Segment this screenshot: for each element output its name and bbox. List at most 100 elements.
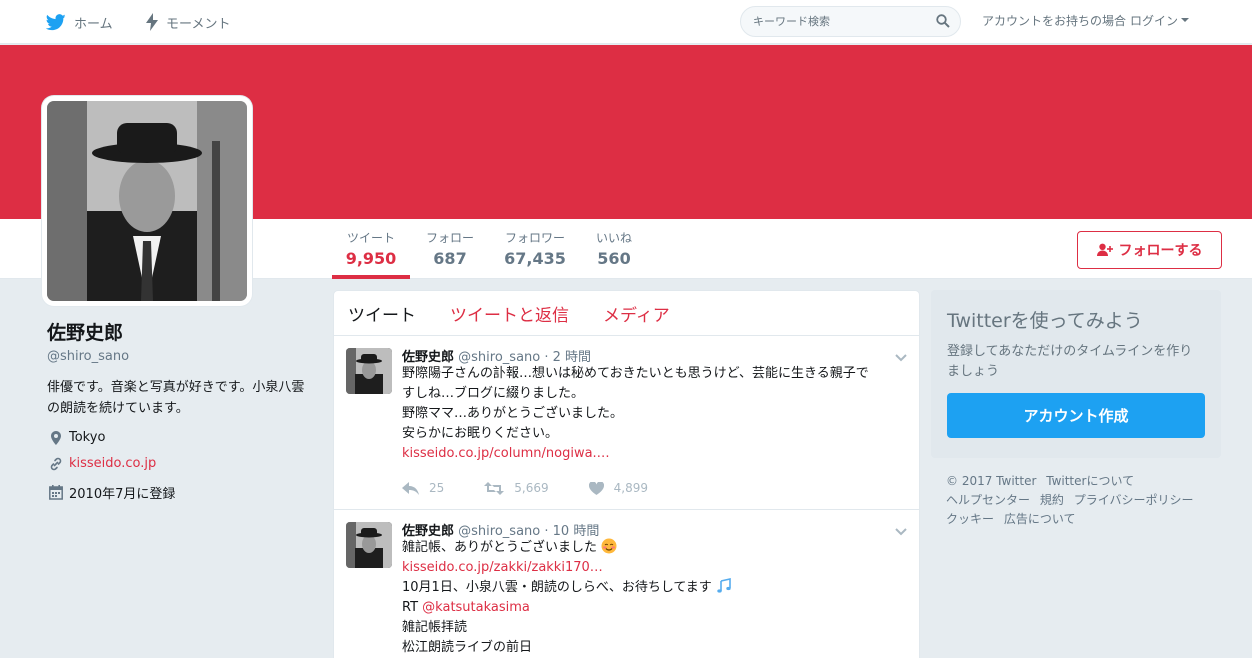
tweet-timestamp[interactable]: · 10 時間	[544, 524, 599, 539]
footer-link[interactable]: プライバシーポリシー	[1074, 493, 1194, 507]
stat-followers-label: フォロワー	[504, 231, 565, 245]
search-input[interactable]	[741, 7, 921, 36]
tweet-avatar[interactable]	[346, 522, 392, 568]
timeline-tabs: ツイート ツイートと返信 メディア	[334, 291, 919, 336]
profile-join-date: 2010年7月に登録	[47, 483, 175, 502]
nav-home[interactable]: ホーム	[46, 0, 113, 44]
tweet-text-line: 雑記帳、ありがとうございました	[402, 538, 907, 558]
tweet-header: 佐野史郎 @shiro_sano · 2 時間	[402, 346, 907, 365]
like-count: 4,899	[613, 481, 648, 495]
tweet-header: 佐野史郎 @shiro_sano · 10 時間	[402, 520, 907, 539]
nav-moments-label: モーメント	[166, 16, 231, 32]
retweet-icon	[484, 481, 505, 495]
create-account-button[interactable]: アカウント作成	[947, 393, 1205, 438]
tweet-text-line: 野際ママ…ありがとうございました。	[402, 406, 624, 421]
reply-count: 25	[429, 481, 445, 495]
tweet-author-name[interactable]: 佐野史郎	[402, 524, 454, 539]
smiling-face-emoji-icon	[601, 538, 617, 555]
footer-link[interactable]: ヘルプセンター	[946, 493, 1030, 507]
footer-copyright: © 2017 Twitter	[946, 474, 1037, 488]
stat-followers-value: 67,435	[504, 249, 566, 268]
reply-icon	[402, 481, 419, 495]
tweet-text: 10月1日、小泉八雲・朗読のしらべ、お待ちしてます	[402, 580, 712, 595]
login-link[interactable]: ログイン	[1130, 12, 1178, 29]
login-prompt: アカウントをお持ちの場合	[982, 13, 1127, 28]
tweet-text-line: 松江朗読ライブの前日	[402, 640, 533, 655]
profile-location-text: Tokyo	[69, 430, 106, 445]
profile-location: Tokyo	[47, 430, 105, 445]
signup-text: 登録してあなただけのタイムラインを作りましょう	[947, 344, 1193, 379]
footer-link[interactable]: クッキー	[946, 512, 994, 526]
music-notes-emoji-icon	[716, 578, 732, 595]
nav-home-label: ホーム	[74, 16, 113, 32]
footer-link[interactable]: Twitterについて	[1046, 474, 1134, 488]
tweet-actions: 25 5,669 4,899	[402, 477, 907, 499]
top-navigation-bar: ホーム モーメント アカウントをお持ちの場合 ログイン	[0, 0, 1252, 44]
follow-button-label: フォローする	[1118, 243, 1203, 259]
twitter-bird-icon	[46, 13, 66, 31]
footer-link[interactable]: 広告について	[1004, 512, 1076, 526]
like-action[interactable]: 4,899	[588, 481, 648, 495]
tweet-avatar[interactable]	[346, 348, 392, 394]
search-icon[interactable]	[936, 14, 950, 32]
add-user-icon	[1096, 243, 1113, 257]
footer-link[interactable]: 規約	[1040, 493, 1064, 507]
reply-action[interactable]: 25	[402, 481, 444, 495]
tweet-author-name[interactable]: 佐野史郎	[402, 350, 454, 365]
tweet-text: 雑記帳、ありがとうございました	[402, 540, 598, 555]
stat-following-value: 687	[433, 249, 467, 268]
retweet-count: 5,669	[514, 481, 549, 495]
tweet-author-handle[interactable]: @shiro_sano	[458, 350, 540, 365]
timeline: ツイート ツイートと返信 メディア 佐野史郎 @shiro_sano · 2 時…	[333, 290, 920, 658]
mention-link[interactable]: @katsutakasima	[422, 600, 530, 615]
tweet-text: RT	[402, 600, 423, 615]
search-box	[740, 6, 961, 37]
retweet-action[interactable]: 5,669	[484, 481, 549, 495]
login-area: アカウントをお持ちの場合 ログイン	[982, 0, 1190, 40]
stat-following-label: フォロー	[425, 231, 474, 245]
stat-followers[interactable]: フォロワー 67,435	[498, 229, 572, 279]
tweet-text-line: 雑記帳拝読	[402, 620, 468, 635]
profile-bio: 俳優です。音楽と写真が好きです。小泉八雲の朗読を続けています。	[47, 380, 305, 416]
calendar-icon	[47, 485, 65, 500]
stat-following[interactable]: フォロー 687	[419, 229, 481, 279]
heart-icon	[588, 481, 604, 495]
tweet-link[interactable]: kisseido.co.jp/column/nogiwa.…	[402, 444, 907, 464]
signup-title: Twitterを使ってみよう	[947, 310, 1143, 332]
chevron-down-icon[interactable]	[1181, 18, 1190, 22]
follow-button[interactable]: フォローする	[1077, 231, 1222, 269]
profile-join-text: 2010年7月に登録	[69, 487, 176, 502]
profile-url: kisseido.co.jp	[47, 456, 156, 471]
tweet-link[interactable]: kisseido.co.jp/zakki/zakki170…	[402, 558, 907, 578]
tweet[interactable]: 佐野史郎 @shiro_sano · 10 時間 雑記帳、ありがとうございました…	[334, 510, 919, 658]
stat-likes-label: いいね	[595, 231, 632, 245]
tweet-text-line: 安らかにお眠りください。	[402, 426, 559, 441]
tab-tweets[interactable]: ツイート	[348, 301, 416, 326]
chevron-down-icon[interactable]	[895, 524, 907, 540]
tweet-text-line: 野際陽子さんの訃報…想いは秘めておきたいとも思うけど、芸能に生きる親子で	[402, 366, 869, 381]
lightning-icon	[146, 13, 158, 31]
nav-moments[interactable]: モーメント	[146, 0, 230, 44]
stat-likes[interactable]: いいね 560	[590, 229, 638, 279]
tweet-text-line: 10月1日、小泉八雲・朗読のしらべ、お待ちしてます	[402, 578, 907, 598]
location-pin-icon	[47, 430, 65, 445]
stat-tweets-label: ツイート	[346, 231, 395, 245]
tweet-author-handle[interactable]: @shiro_sano	[458, 524, 540, 539]
stat-likes-value: 560	[597, 249, 631, 268]
signup-module: Twitterを使ってみよう 登録してあなただけのタイムラインを作りましょう ア…	[931, 290, 1221, 458]
tab-media[interactable]: メディア	[603, 301, 670, 326]
tweet-text-line: RT @katsutakasima	[402, 598, 907, 618]
chevron-down-icon[interactable]	[895, 350, 907, 366]
profile-handle: @shiro_sano	[47, 349, 130, 364]
footer-links: © 2017 Twitter Twitterについて ヘルプセンター 規約 プラ…	[946, 472, 1216, 529]
link-icon	[47, 457, 65, 471]
tab-tweets-and-replies[interactable]: ツイートと返信	[450, 301, 569, 326]
tweet-timestamp[interactable]: · 2 時間	[544, 350, 591, 365]
tweet[interactable]: 佐野史郎 @shiro_sano · 2 時間 野際陽子さんの訃報…想いは秘めて…	[334, 336, 919, 510]
stat-tweets-value: 9,950	[345, 249, 397, 268]
stat-tweets[interactable]: ツイート 9,950	[332, 229, 410, 279]
profile-avatar[interactable]	[42, 96, 252, 306]
profile-url-link[interactable]: kisseido.co.jp	[69, 456, 156, 471]
tweet-text-line: すしね…ブログに綴りました。	[402, 386, 585, 401]
profile-name[interactable]: 佐野史郎	[47, 318, 123, 345]
